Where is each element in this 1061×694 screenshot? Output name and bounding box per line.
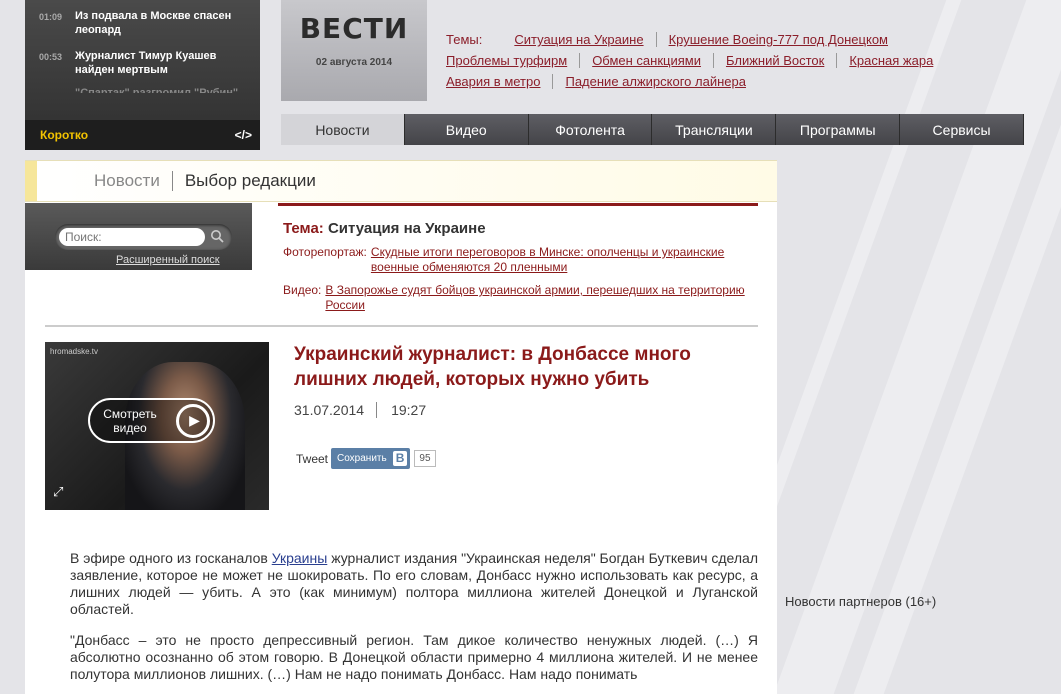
tab-broadcasts[interactable]: Трансляции [652, 114, 777, 145]
topic-box: Тема: Ситуация на Украине Фоторепортаж: … [278, 203, 758, 313]
ticker-time: 01:09 [39, 12, 63, 22]
topic-link[interactable]: Красная жара [837, 53, 945, 68]
vk-icon: В [392, 451, 408, 466]
ticker-text: "Спартак" разгромил "Рубин" [75, 87, 239, 93]
video-watermark: hromadske.tv [50, 347, 99, 356]
breadcrumb: Новости Выбор редакции [25, 160, 777, 202]
article-time: 19:27 [391, 402, 427, 418]
topic-title: Тема: Ситуация на Украине [283, 220, 758, 237]
tab-photos[interactable]: Фотолента [528, 114, 653, 145]
ticker-time [39, 86, 75, 93]
topic-name[interactable]: Ситуация на Украине [328, 220, 486, 237]
p1-before: В эфире одного из госканалов [70, 550, 272, 566]
search-icon[interactable] [210, 229, 226, 245]
search-panel: Расширенный поиск [25, 203, 252, 270]
tab-services[interactable]: Сервисы [900, 114, 1024, 145]
topic-link[interactable]: Обмен санкциями [580, 53, 714, 68]
ukraine-link[interactable]: Украины [272, 550, 328, 566]
search-box [55, 224, 232, 250]
topic-link[interactable]: Ближний Восток [713, 53, 838, 68]
video-player[interactable]: hromadske.tv Смотреть видео ▶ ⤢ [45, 342, 269, 510]
breadcrumb-news[interactable]: Новости [94, 171, 173, 191]
topic-link[interactable]: Крушение Boeing-777 под Донецком [657, 32, 900, 47]
ticker-item[interactable]: 00:53 Журналист Тимур Куашев найден мерт… [25, 37, 260, 77]
related-type: Видео: [283, 283, 322, 297]
current-date: 02 августа 2014 [315, 57, 393, 68]
topic-link[interactable]: Ситуация на Украине [502, 32, 657, 47]
ticker-time: 00:53 [39, 52, 63, 62]
topics-label: Темы: [446, 32, 483, 47]
logo-text: ВЕСТИ [299, 12, 409, 45]
topic-label: Тема: [283, 220, 324, 237]
related-type: Фоторепортаж: [283, 245, 367, 259]
ticker-label[interactable]: Коротко [40, 128, 88, 142]
article-paragraph: "Донбасс – это не просто депрессивный ре… [70, 632, 758, 682]
ticker-item[interactable]: 01:09 Из подвала в Москве спасен леопард [25, 0, 260, 37]
news-ticker: 01:09 Из подвала в Москве спасен леопард… [25, 0, 260, 150]
topic-link[interactable]: Проблемы турфирм [446, 53, 581, 68]
play-icon: ▶ [176, 403, 210, 438]
tab-video[interactable]: Видео [404, 114, 529, 145]
article-body: В эфире одного из госканалов Украины жур… [70, 550, 758, 694]
vk-save-button[interactable]: Сохранить В [331, 448, 411, 469]
vk-save-label: Сохранить [337, 453, 387, 464]
embed-code-icon[interactable]: </> [235, 128, 252, 142]
main-nav: Новости Видео Фотолента Трансляции Прогр… [281, 114, 1024, 145]
advanced-search-link[interactable]: Расширенный поиск [116, 254, 220, 266]
article-paragraph: В эфире одного из госканалов Украины жур… [70, 550, 758, 618]
related-link[interactable]: В Запорожье судят бойцов украинской арми… [325, 283, 758, 313]
search-input[interactable] [59, 228, 205, 246]
ticker-text: Из подвала в Москве спасен леопард [75, 10, 232, 36]
topic-related-row: Фоторепортаж: Скудные итоги переговоров … [283, 245, 758, 275]
article-meta: 31.07.2014 19:27 [294, 402, 426, 418]
topics-bar: Темы: Ситуация на Украине Крушение Boeing-… [446, 29, 966, 92]
site-logo[interactable]: ВЕСТИ 02 августа 2014 [281, 0, 427, 101]
tweet-button[interactable]: Tweet [296, 452, 328, 466]
topic-link[interactable]: Падение алжирского лайнера [553, 74, 757, 89]
ticker-item[interactable]: "Спартак" разгромил "Рубин" [25, 77, 260, 93]
tab-programs[interactable]: Программы [776, 114, 901, 145]
divider [45, 325, 758, 327]
related-link[interactable]: Скудные итоги переговоров в Минске: опол… [371, 245, 758, 275]
share-count: 95 [414, 450, 436, 467]
article-date: 31.07.2014 [294, 402, 378, 418]
share-buttons: Tweet Сохранить В 95 [296, 448, 436, 469]
play-button[interactable]: Смотреть видео ▶ [88, 398, 215, 443]
fullscreen-icon[interactable]: ⤢ [53, 484, 63, 500]
tab-news[interactable]: Новости [281, 114, 405, 145]
topic-link[interactable]: Авария в метро [446, 74, 554, 89]
partners-news-link[interactable]: Новости партнеров (16+) [785, 594, 936, 609]
ticker-text: Журналист Тимур Куашев найден мертвым [75, 50, 217, 76]
ticker-footer: Коротко </> [25, 120, 260, 150]
breadcrumb-editors-choice[interactable]: Выбор редакции [185, 171, 316, 191]
play-label: Смотреть видео [103, 406, 157, 435]
topic-related-row: Видео: В Запорожье судят бойцов украинск… [283, 283, 758, 313]
article-headline: Украинский журналист: в Донбассе много л… [294, 344, 691, 390]
